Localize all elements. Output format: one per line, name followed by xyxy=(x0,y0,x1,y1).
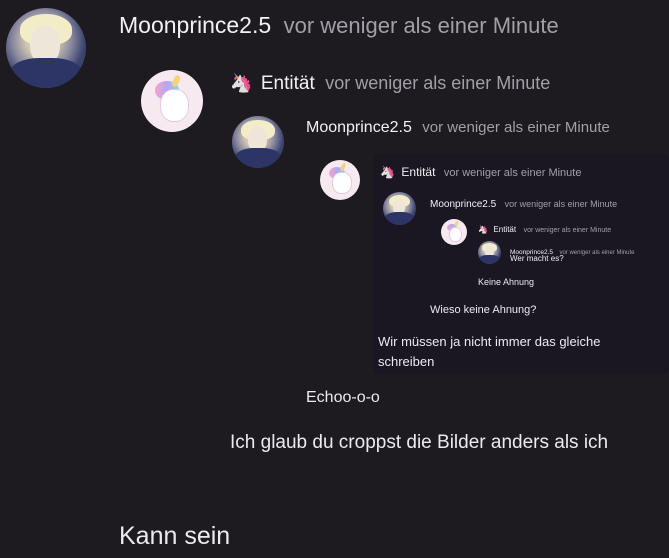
message-text: Wer macht es? xyxy=(510,254,564,263)
author-name[interactable]: Entität xyxy=(261,73,315,94)
post-header-level1: Moonprince2.5 vor weniger als einer Minu… xyxy=(119,12,559,39)
unicorn-horn xyxy=(339,162,347,172)
moonprince-avatar[interactable] xyxy=(383,192,416,225)
message-text: Echoo-o-o xyxy=(306,389,380,406)
post-header-level5: Moonprince2.5 vor weniger als einer Minu… xyxy=(430,194,617,212)
timestamp: vor weniger als einer Minute xyxy=(443,167,582,179)
avatar-coat xyxy=(234,148,282,168)
post-header-level6: 🦄 Entität vor weniger als einer Minute xyxy=(478,219,611,237)
avatar-coat xyxy=(479,255,500,264)
timestamp: vor weniger als einer Minute xyxy=(283,13,559,38)
timestamp: vor weniger als einer Minute xyxy=(325,73,551,93)
post-header-level4: 🦄 Entität vor weniger als einer Minute xyxy=(380,163,581,181)
moonprince-avatar[interactable] xyxy=(232,116,284,168)
timestamp: vor weniger als einer Minute xyxy=(523,227,612,234)
timestamp: vor weniger als einer Minute xyxy=(504,199,618,209)
author-name[interactable]: Moonprince2.5 xyxy=(430,199,496,210)
author-name[interactable]: Entität xyxy=(493,225,516,234)
unicorn-avatar[interactable] xyxy=(320,160,360,200)
unicorn-emoji-icon: 🦄 xyxy=(478,225,488,234)
avatar-coat xyxy=(10,57,82,88)
unicorn-emoji-icon: 🦄 xyxy=(380,165,395,179)
timestamp: vor weniger als einer Minute xyxy=(559,250,635,256)
message-text: Ich glaub du croppst die Bilder anders a… xyxy=(230,432,609,453)
unicorn-avatar[interactable] xyxy=(141,70,203,132)
post-header-level2: 🦄 Entität vor weniger als einer Minute xyxy=(230,73,550,95)
message-text: Wieso keine Ahnung? xyxy=(430,304,537,316)
message-text: Kann sein xyxy=(119,522,231,550)
author-name[interactable]: Moonprince2.5 xyxy=(306,119,412,136)
unicorn-avatar[interactable] xyxy=(441,219,467,245)
post-header-level3: Moonprince2.5 vor weniger als einer Minu… xyxy=(306,119,610,137)
unicorn-body xyxy=(332,172,352,194)
unicorn-horn xyxy=(170,74,182,89)
unicorn-body xyxy=(159,88,189,122)
unicorn-emoji-icon: 🦄 xyxy=(230,73,253,94)
moonprince-avatar[interactable] xyxy=(478,241,501,264)
author-name[interactable]: Entität xyxy=(401,165,435,179)
message-text: Wir müssen ja nicht immer das gleiche sc… xyxy=(378,334,601,369)
timestamp: vor weniger als einer Minute xyxy=(422,119,610,136)
unicorn-horn xyxy=(453,220,459,227)
unicorn-body xyxy=(448,226,463,242)
message-text: Keine Ahnung xyxy=(478,277,535,287)
author-name[interactable]: Moonprince2.5 xyxy=(119,12,271,38)
avatar-coat xyxy=(384,212,415,225)
moonprince-avatar[interactable] xyxy=(6,8,86,88)
